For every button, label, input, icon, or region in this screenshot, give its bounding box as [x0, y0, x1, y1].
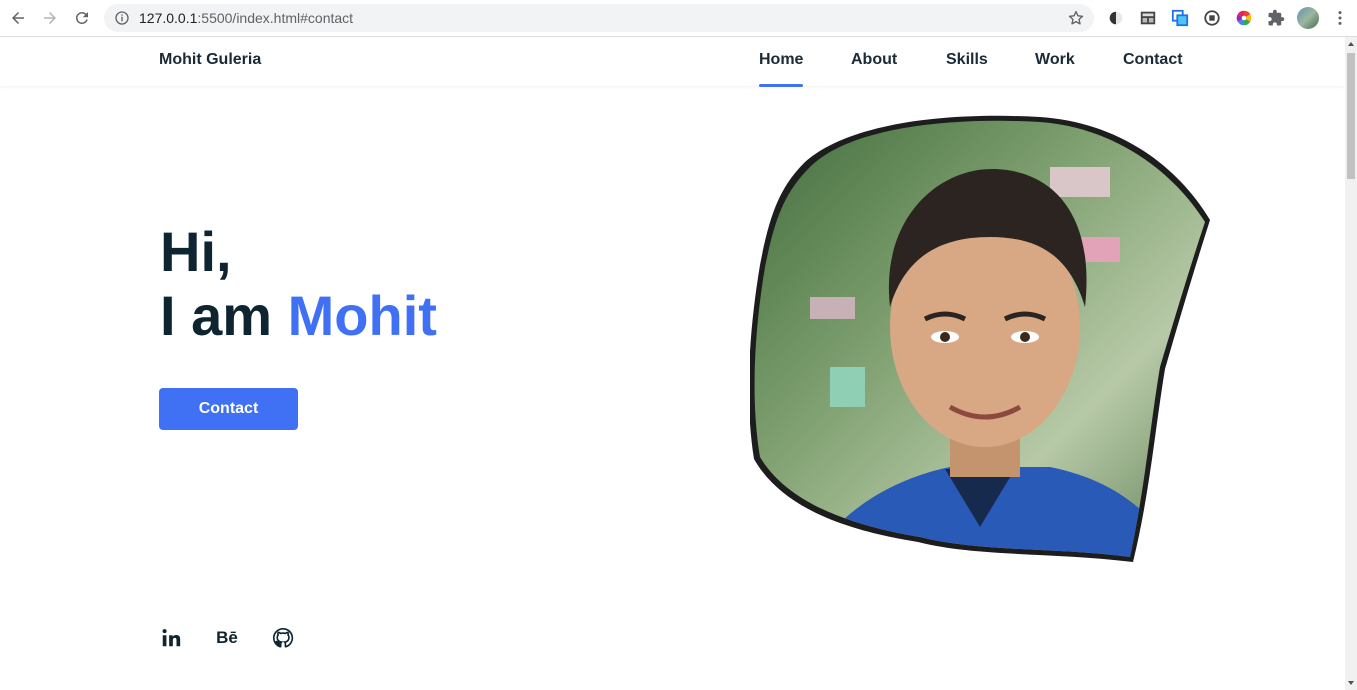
hero-title: Hi, I am Mohit	[160, 220, 437, 348]
dark-reader-icon[interactable]	[1106, 8, 1126, 28]
back-icon[interactable]	[6, 6, 30, 30]
contact-button[interactable]: Contact	[159, 388, 298, 430]
site-header: Mohit Guleria Home About Skills Work Con…	[0, 37, 1345, 87]
forward-icon[interactable]	[38, 6, 62, 30]
guest-mode-icon[interactable]	[1138, 8, 1158, 28]
hero-intro: I am Mohit	[160, 284, 437, 347]
hero-greeting: Hi,	[160, 220, 232, 283]
star-icon[interactable]	[1067, 9, 1085, 27]
linkedin-icon[interactable]	[159, 626, 183, 650]
browser-toolbar: 127.0.0.1:5500/index.html#contact	[0, 0, 1357, 37]
record-icon[interactable]	[1202, 8, 1222, 28]
scrollbar-thumb[interactable]	[1347, 53, 1355, 179]
nav-active-indicator	[759, 84, 803, 87]
color-picker-icon[interactable]	[1234, 8, 1254, 28]
extensions-icon[interactable]	[1266, 8, 1286, 28]
site-logo[interactable]: Mohit Guleria	[159, 51, 261, 69]
reload-icon[interactable]	[70, 6, 94, 30]
info-icon[interactable]	[114, 10, 130, 26]
profile-photo	[750, 115, 1210, 562]
page-viewport: Mohit Guleria Home About Skills Work Con…	[0, 37, 1345, 690]
scroll-down-arrow-icon[interactable]	[1345, 676, 1357, 690]
github-icon[interactable]	[271, 626, 295, 650]
address-bar[interactable]: 127.0.0.1:5500/index.html#contact	[104, 4, 1094, 32]
nav-home[interactable]: Home	[759, 51, 803, 69]
profile-avatar[interactable]	[1297, 7, 1319, 29]
nav-skills[interactable]: Skills	[946, 51, 988, 69]
page-scrollbar[interactable]	[1345, 37, 1357, 690]
scroll-up-arrow-icon[interactable]	[1345, 37, 1357, 51]
behance-icon[interactable]: Bē	[215, 626, 239, 650]
window-resizer-icon[interactable]	[1170, 8, 1190, 28]
more-menu-icon[interactable]	[1330, 8, 1350, 28]
url-text: 127.0.0.1:5500/index.html#contact	[139, 10, 354, 26]
hero-name: Mohit	[287, 284, 437, 347]
nav-contact[interactable]: Contact	[1123, 51, 1183, 69]
nav-work[interactable]: Work	[1035, 51, 1075, 69]
nav-about[interactable]: About	[851, 51, 897, 69]
